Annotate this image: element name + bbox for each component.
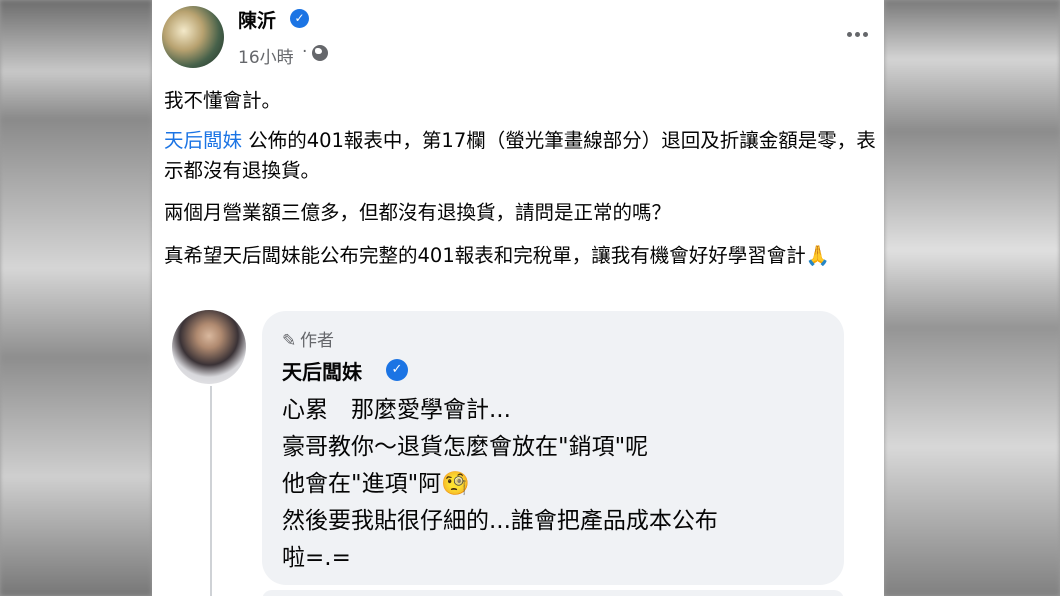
background-blur-left (0, 0, 152, 596)
next-comment-bubble (262, 590, 844, 596)
verified-check-icon: ✓ (386, 359, 408, 381)
more-options-icon (862, 31, 868, 37)
post-timestamp[interactable]: 16小時 (238, 43, 294, 68)
pencil-icon: ✎ (282, 331, 297, 351)
facebook-post: 陳沂 ✓ 16小時 · 我不懂會計。 天后闆妹 公佈的401報表中，第17欄（螢… (152, 0, 884, 596)
mention-link[interactable]: 天后闆妹 (164, 129, 242, 152)
comment-text: 心累 那麼愛學會計... 豪哥教你～退貨怎麼會放在"銷項"呢 他會在"進項"阿🧐… (282, 392, 842, 577)
post-paragraph-3: 兩個月營業額三億多，但都沒有退換貨，請問是正常的嗎？ (164, 201, 672, 224)
comment-line-1: 心累 那麼愛學會計... (282, 397, 511, 423)
verified-check-icon: ✓ (290, 9, 309, 28)
post-paragraph-4: 真希望天后闆妹能公布完整的401報表和完稅單，讓我有機會好好學習會計🙏 (164, 244, 830, 267)
comment-line-2: 豪哥教你～退貨怎麼會放在"銷項"呢 (282, 434, 649, 460)
timestamp-separator: · (302, 42, 308, 62)
post-author-name[interactable]: 陳沂 (238, 6, 276, 33)
comment-line-5: 啦=.= (282, 545, 351, 571)
more-options-button[interactable] (842, 22, 872, 46)
comment-thread-line (210, 386, 212, 596)
more-options-icon (854, 31, 860, 37)
post-paragraph-2-text: 公佈的401報表中，第17欄（螢光筆畫線部分）退回及折讓金額是零，表示都沒有退換… (164, 129, 876, 182)
commenter-avatar[interactable] (172, 310, 246, 384)
post-paragraph-2: 天后闆妹 公佈的401報表中，第17欄（螢光筆畫線部分）退回及折讓金額是零，表示… (164, 126, 876, 186)
commenter-name[interactable]: 天后闆妹 (282, 356, 362, 385)
more-options-icon (846, 31, 852, 37)
author-badge: ✎ 作者 (282, 326, 334, 351)
globe-icon[interactable] (312, 45, 328, 61)
author-badge-label: 作者 (300, 331, 334, 351)
author-avatar[interactable] (162, 6, 224, 68)
background-blur-right (884, 0, 1060, 596)
post-paragraph-1: 我不懂會計。 (164, 89, 282, 112)
comment-line-3: 他會在"進項"阿🧐 (282, 471, 470, 497)
comment-line-4: 然後要我貼很仔細的...誰會把產品成本公布 (282, 508, 718, 534)
